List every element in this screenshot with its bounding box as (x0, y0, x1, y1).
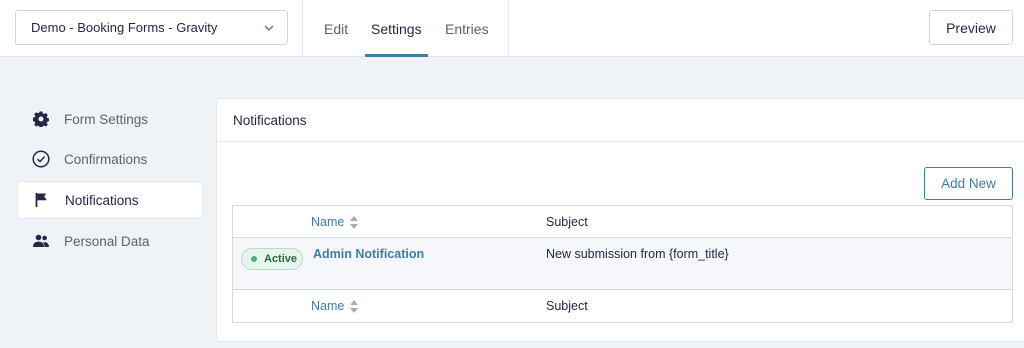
panel-title: Notifications (217, 99, 1024, 142)
notifications-panel: Notifications Add New Name Subject Activ… (216, 98, 1024, 342)
sidebar-item-notifications[interactable]: Notifications (17, 181, 203, 219)
table-footer-row: Name Subject (233, 290, 1012, 322)
divider (508, 0, 509, 57)
tab-entries[interactable]: Entries (445, 0, 489, 57)
sidebar-item-personal-data[interactable]: Personal Data (17, 222, 203, 260)
users-icon (32, 232, 50, 250)
sort-icon (350, 215, 359, 229)
form-selector[interactable]: Demo - Booking Forms - Gravity (15, 10, 288, 45)
table-header-row: Name Subject (233, 206, 1012, 238)
divider (302, 0, 303, 57)
active-tab-indicator (365, 54, 428, 57)
name-column-footer[interactable]: Name (311, 299, 359, 313)
subject-column-footer: Subject (546, 299, 588, 313)
status-dot (251, 256, 257, 262)
notification-name-link[interactable]: Admin Notification (313, 247, 424, 261)
tab-edit[interactable]: Edit (324, 0, 348, 57)
notification-subject: New submission from {form_title} (546, 247, 729, 261)
check-circle-icon (32, 150, 50, 168)
name-column-header[interactable]: Name (311, 215, 359, 229)
sidebar-item-label: Confirmations (64, 151, 148, 167)
preview-button[interactable]: Preview (929, 10, 1013, 45)
form-selector-value: Demo - Booking Forms - Gravity (31, 20, 218, 35)
sort-icon (350, 299, 359, 313)
status-badge[interactable]: Active (241, 248, 303, 270)
status-label: Active (264, 253, 298, 265)
flag-icon (33, 191, 51, 209)
sidebar-item-label: Personal Data (64, 233, 150, 249)
add-new-button[interactable]: Add New (924, 167, 1013, 200)
sidebar-item-label: Notifications (65, 192, 139, 208)
column-footer-label: Name (311, 299, 345, 313)
notifications-table: Name Subject Active Admin Notification N… (232, 205, 1013, 323)
gear-icon (32, 110, 50, 128)
tab-settings[interactable]: Settings (371, 0, 422, 57)
sidebar-item-form-settings[interactable]: Form Settings (17, 100, 203, 138)
table-row: Active Admin Notification New submission… (233, 238, 1012, 290)
sidebar-item-label: Form Settings (64, 111, 149, 127)
top-bar: Demo - Booking Forms - Gravity Edit Sett… (0, 0, 1024, 57)
sidebar-item-confirmations[interactable]: Confirmations (17, 140, 203, 178)
chevron-down-icon (264, 25, 274, 31)
column-header-label: Name (311, 215, 345, 229)
subject-column-header: Subject (546, 215, 588, 229)
